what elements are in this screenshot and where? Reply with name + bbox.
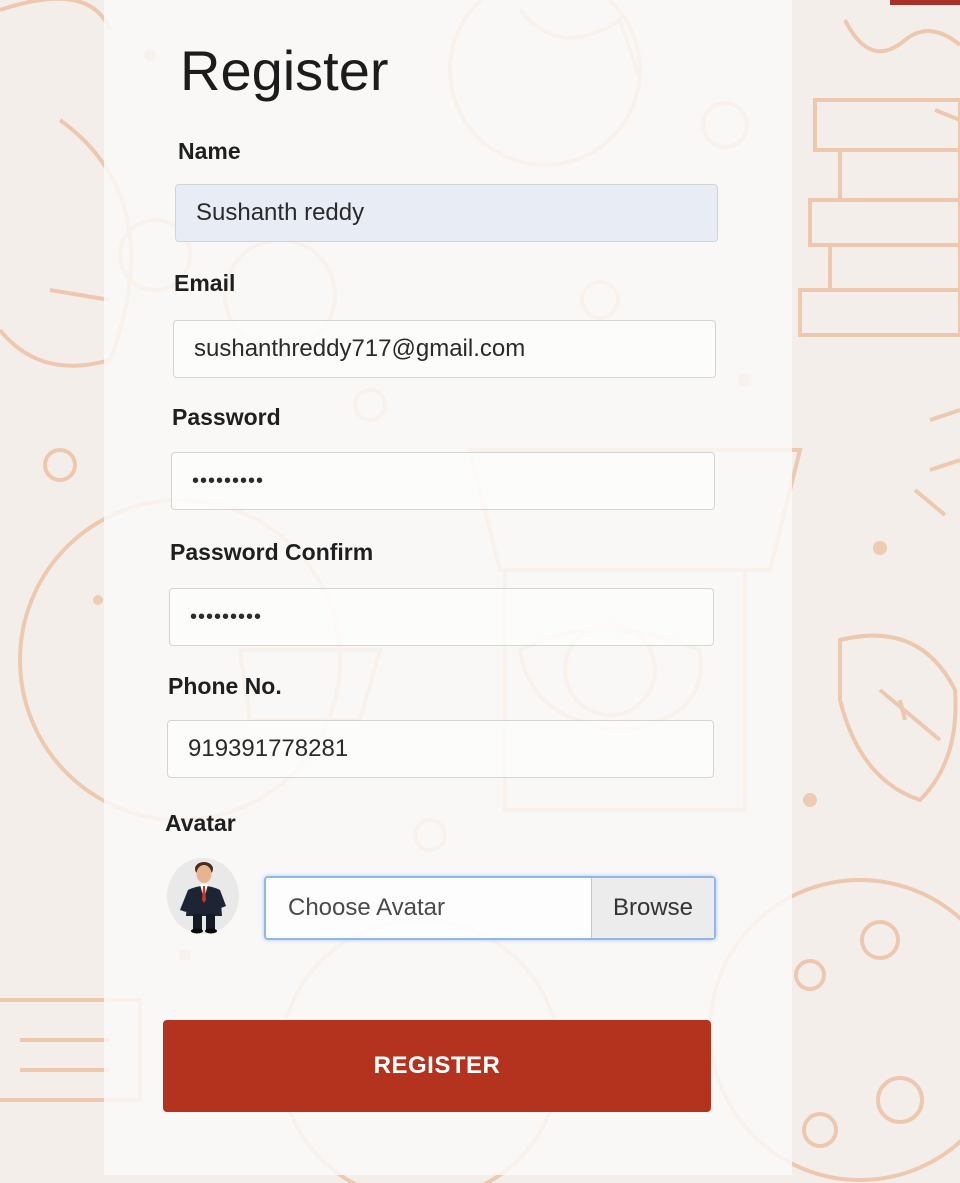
password-input[interactable]: [171, 452, 715, 510]
browse-button[interactable]: Browse: [591, 878, 714, 938]
email-label: Email: [174, 270, 236, 296]
register-button[interactable]: REGISTER: [163, 1020, 711, 1112]
page-title: Register: [180, 39, 389, 102]
businessman-avatar-icon: [167, 858, 239, 934]
email-input[interactable]: [173, 320, 716, 378]
password-confirm-input[interactable]: [169, 588, 714, 646]
avatar-file-picker[interactable]: Choose Avatar Browse: [264, 876, 716, 940]
password-label: Password: [172, 404, 281, 430]
top-accent-strip: [890, 0, 960, 5]
password-confirm-label: Password Confirm: [170, 539, 374, 565]
name-input[interactable]: [175, 184, 718, 242]
name-label: Name: [178, 138, 241, 164]
phone-input[interactable]: [167, 720, 714, 778]
avatar-file-placeholder[interactable]: Choose Avatar: [266, 878, 591, 938]
avatar-label: Avatar: [165, 810, 236, 836]
phone-label: Phone No.: [168, 673, 282, 699]
